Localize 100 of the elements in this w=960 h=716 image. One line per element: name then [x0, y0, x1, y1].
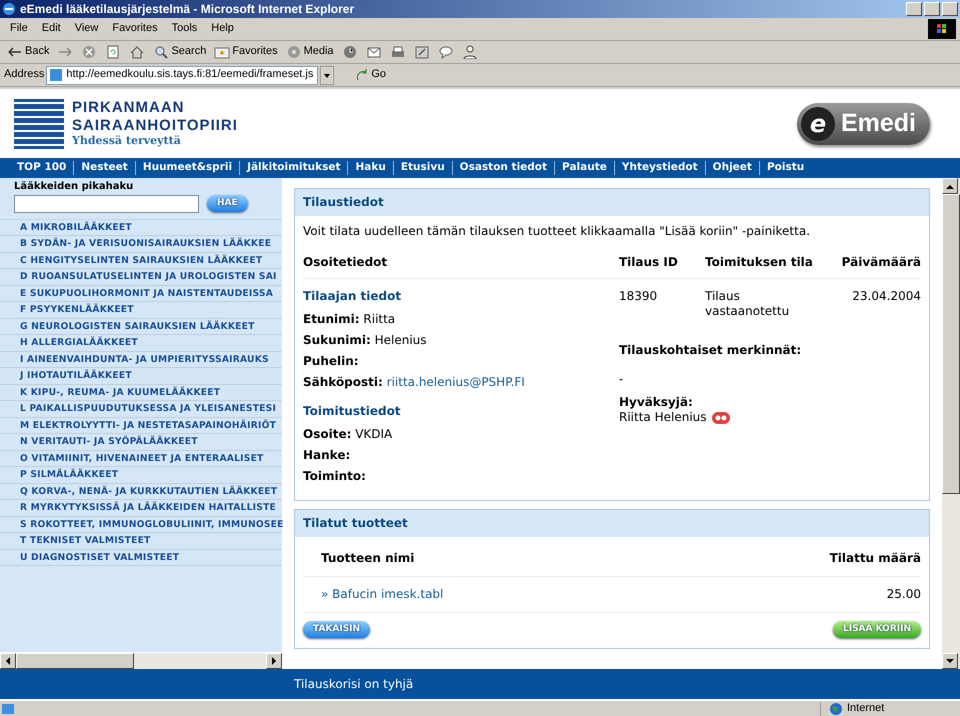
- approver-label: Hyväksyjä:: [619, 395, 694, 410]
- category-link[interactable]: G NEUROLOGISTEN SAIRAUKSIEN LÄÄKKEET: [0, 318, 282, 335]
- back-button[interactable]: Back: [4, 44, 52, 60]
- nav-link[interactable]: Huumeet&sprii: [134, 161, 240, 175]
- menu-item[interactable]: Favorites: [106, 21, 164, 37]
- product-link[interactable]: Bafucin imesk.tabl: [332, 587, 444, 601]
- category-link[interactable]: H ALLERGIALÄÄKKEET: [0, 335, 282, 352]
- nav-link[interactable]: Ohjeet: [704, 161, 759, 175]
- category-link[interactable]: F PSYYKENLÄÄKKEET: [0, 302, 282, 318]
- section-title: Toimitustiedot: [303, 404, 402, 419]
- column-header: Tilattu määrä: [830, 551, 921, 566]
- nav-link[interactable]: Yhteystiedot: [614, 161, 705, 175]
- nav-link[interactable]: TOP 100: [10, 161, 74, 175]
- glasses-badge-icon[interactable]: [710, 410, 731, 424]
- address-label: Address: [4, 68, 44, 82]
- restore-button[interactable]: [924, 2, 940, 16]
- window-title: eEmedi lääketilausjärjestelmä - Microsoft Internet Explorer: [19, 2, 356, 16]
- scroll-left-button[interactable]: [0, 653, 16, 669]
- history-icon: [342, 45, 358, 59]
- nav-link[interactable]: Nesteet: [73, 161, 135, 175]
- address-field[interactable]: http://eemedkoulu.sis.tays.fi:81/eemedi/frameset.js: [46, 66, 318, 84]
- email-link[interactable]: riitta.helenius@PSHP.FI: [386, 375, 525, 389]
- category-link[interactable]: L PAIKALLISPUUDUTUKSESSA JA YLEISANESTESI: [0, 401, 282, 418]
- notes-value: -: [619, 372, 624, 387]
- category-link[interactable]: I AINEENVAIHDUNTA- JA UMPIERITYSSAIRAUKS: [0, 352, 282, 368]
- printer-icon: [390, 45, 406, 59]
- column-header: Tilaus ID: [619, 255, 679, 270]
- field-label: Puhelin:: [303, 354, 359, 368]
- scrollbar-thumb[interactable]: [942, 194, 960, 494]
- field-label: Hanke:: [303, 448, 350, 462]
- search-field[interactable]: [14, 194, 199, 212]
- slogan: Yhdessä terveyttä: [72, 134, 182, 148]
- field-value: Helenius: [374, 333, 427, 347]
- category-link[interactable]: E SUKUPUOLIHORMONIT JA NAISTENTAUDEISSA: [0, 286, 282, 302]
- favorites-button[interactable]: Favorites: [211, 44, 281, 60]
- order-date: 23.04.2004: [851, 289, 921, 304]
- category-link[interactable]: Q KORVA-, NENÄ- JA KURKKUTAUTIEN LÄÄKKEET: [0, 484, 282, 500]
- category-link[interactable]: O VITAMIINIT, HIVENAINEET JA ENTERAALISET: [0, 450, 282, 467]
- forward-arrow-icon: [57, 45, 74, 59]
- nav-link[interactable]: Poistu: [758, 161, 812, 175]
- category-link[interactable]: D RUOANSULATUSELINTEN JA UROLOGISTEN SAI: [0, 269, 282, 286]
- menu-item[interactable]: Help: [205, 21, 240, 37]
- column-header: Päivämäärä: [840, 255, 921, 270]
- globe-icon: [829, 702, 843, 716]
- refresh-icon: [105, 45, 122, 59]
- scrollbar-thumb[interactable]: [16, 653, 134, 669]
- org-name: PIRKANMAAN: [72, 99, 186, 117]
- search-button[interactable]: Search: [150, 44, 210, 60]
- menu-item[interactable]: View: [68, 21, 104, 37]
- category-link[interactable]: T TEKNISET VALMISTEET: [0, 533, 282, 550]
- nav-link[interactable]: Jälkitoimitukset: [239, 161, 348, 175]
- home-icon: [129, 45, 146, 59]
- menu-item[interactable]: File: [4, 21, 34, 37]
- category-link[interactable]: P SILMÄLÄÄKKEET: [0, 467, 282, 484]
- category-link[interactable]: S ROKOTTEET, IMMUNOGLOBULIINIT, IMMUNOSEE: [0, 516, 282, 533]
- field-value: Riitta: [363, 312, 396, 326]
- category-link[interactable]: C HENGITYSELINTEN SAIRAUKSIEN LÄÄKKEET: [0, 252, 282, 269]
- speech-bubble-icon: [438, 45, 454, 59]
- column-header: Osoitetiedot: [303, 255, 388, 270]
- scroll-up-button[interactable]: [942, 178, 958, 194]
- dropdown-arrow-icon[interactable]: [320, 66, 334, 84]
- bullet-mark: »: [321, 587, 328, 601]
- close-button[interactable]: [942, 2, 958, 16]
- nav-link[interactable]: Haku: [347, 161, 393, 175]
- back-arrow-icon: [7, 45, 23, 59]
- panel-title: Tilaustiedot: [295, 189, 929, 216]
- stop-icon: [81, 45, 98, 59]
- menu-item[interactable]: Tools: [166, 21, 204, 37]
- category-link[interactable]: M ELEKTROLYYTTI- JA NESTETASAPAINOHÄIRIÖT: [0, 418, 282, 434]
- menu-item[interactable]: Edit: [36, 21, 67, 37]
- category-link[interactable]: N VERITAUTI- JA SYÖPÄLÄÄKKEET: [0, 434, 282, 450]
- order-status: Tilaus vastaanotettu: [705, 289, 790, 319]
- edit-icon: [414, 45, 430, 59]
- down-arrow-icon: [946, 658, 954, 664]
- minimize-button[interactable]: [906, 2, 922, 16]
- panel-title: Tilatut tuotteet: [295, 510, 929, 537]
- field-label: Sähköposti:: [303, 375, 383, 389]
- mail-icon: [366, 45, 382, 59]
- go-button[interactable]: Go: [352, 67, 390, 83]
- zone-label: Internet: [847, 702, 884, 716]
- category-link[interactable]: J IHOTAUTILÄÄKKEET: [0, 368, 282, 384]
- approver-name: Riitta Helenius: [619, 410, 707, 425]
- star-folder-icon: [214, 45, 230, 59]
- category-link[interactable]: A MIKROBILÄÄKKEET: [0, 220, 282, 236]
- nav-link[interactable]: Etusivu: [392, 161, 452, 175]
- field-label: Sukunimi:: [303, 333, 371, 347]
- nav-link[interactable]: Palaute: [554, 161, 614, 175]
- media-button[interactable]: Media: [282, 44, 337, 60]
- scroll-right-button[interactable]: [266, 653, 282, 669]
- field-value: VKDIA: [355, 427, 392, 441]
- nav-link[interactable]: Osaston tiedot: [452, 161, 554, 175]
- field-label: Etunimi:: [303, 312, 360, 326]
- order-id: 18390: [619, 289, 658, 304]
- category-link[interactable]: U DIAGNOSTISET VALMISTEET: [0, 550, 282, 566]
- category-link[interactable]: B SYDÄN- JA VERISUONISAIRAUKSIEN LÄÄKKEE: [0, 236, 282, 252]
- category-link[interactable]: K KIPU-, REUMA- JA KUUMELÄÄKKEET: [0, 384, 282, 401]
- category-link[interactable]: R MYRKYTYKSISSÄ JA LÄÄKKEIDEN HAITALLISTE: [0, 500, 282, 516]
- column-header: Tuotteen nimi: [321, 551, 414, 566]
- cart-status: Tilauskorisi on tyhjä: [294, 676, 414, 692]
- scroll-down-button[interactable]: [942, 653, 958, 669]
